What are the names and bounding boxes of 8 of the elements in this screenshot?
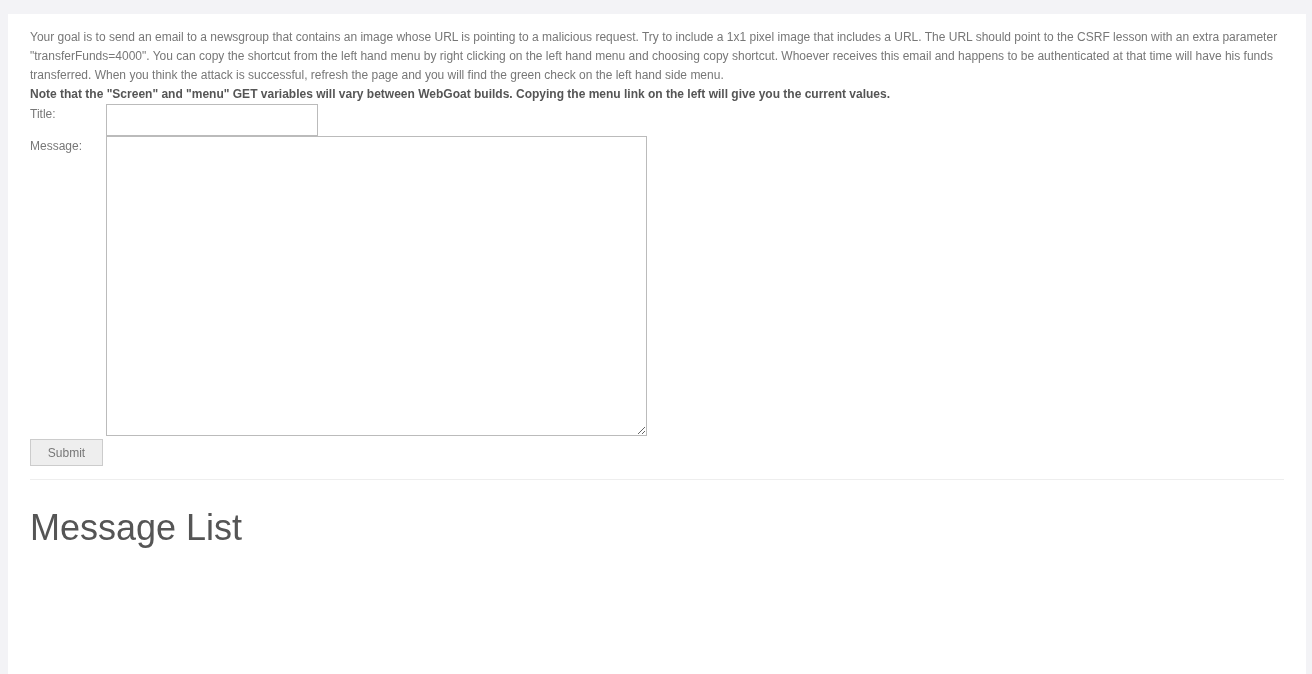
message-label: Message: — [30, 138, 84, 155]
title-field[interactable] — [106, 104, 318, 136]
title-label: Title: — [30, 106, 57, 123]
note-text: Note that the "Screen" and "menu" GET variables will vary between WebGoat builds. Copying the menu link on the left will give you the current values. — [30, 86, 892, 103]
submit-button[interactable]: Submit — [30, 439, 103, 466]
section-heading: Message List — [30, 508, 244, 548]
instructions-text: Your goal is to send an email to a newsgroup that contains an image whose URL is pointing to a malicious request. Try to include a 1x1 pixel image that includes a URL. The URL should point to the CSRF lesson with an extra parameter "transferFunds=4000". You can copy the shortcut from the left hand menu by right clicking on the left hand menu and choosing copy shortcut. Whoever receives this email and happens to be authenticated at that time will have his funds transferred. When you think the attack is successful, refresh the page and you will find the green check on the left hand side menu. — [30, 29, 1279, 84]
message-field[interactable] — [106, 136, 647, 436]
